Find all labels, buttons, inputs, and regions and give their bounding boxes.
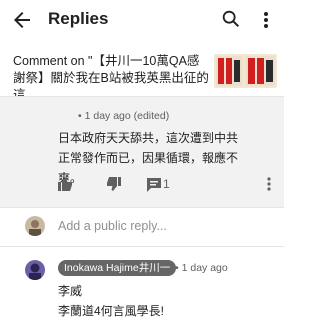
like-icon[interactable] bbox=[57, 176, 73, 192]
more-vert-icon[interactable] bbox=[256, 8, 276, 32]
reply-input[interactable]: Add a public reply... bbox=[58, 219, 167, 233]
reply-time: • 1 day ago bbox=[175, 262, 228, 274]
video-thumbnail[interactable] bbox=[214, 54, 277, 88]
dislike-icon[interactable] bbox=[106, 176, 122, 192]
reply-line-1: 李威 bbox=[58, 284, 83, 298]
author-badge[interactable]: Inokawa Hajime井川一 bbox=[58, 260, 177, 276]
search-icon[interactable] bbox=[220, 8, 242, 30]
divider bbox=[0, 246, 284, 247]
comment-context[interactable]: Comment on "【井川一10萬QA感謝祭】關於我在B站被我英黑出征的這.… bbox=[0, 40, 284, 102]
more-vert-icon[interactable] bbox=[264, 176, 274, 192]
reply-line-2: 李蘭道4何言風學長! bbox=[58, 304, 165, 318]
page-title: Replies bbox=[48, 9, 109, 28]
reply-icon[interactable] bbox=[146, 177, 162, 193]
user-avatar bbox=[25, 216, 45, 236]
reply-count: 1 bbox=[163, 177, 170, 191]
parent-reply: • 1 day ago (edited) 日本政府天天舔共，這次遭到中共正常發作… bbox=[0, 97, 284, 207]
app-bar: Replies bbox=[0, 0, 284, 40]
author-avatar[interactable] bbox=[25, 260, 45, 280]
reply-meta: • 1 day ago (edited) bbox=[78, 110, 170, 122]
arrow-left-icon[interactable] bbox=[10, 8, 34, 32]
creator-reply: Inokawa Hajime井川一 • 1 day ago 李威 李蘭道4何言風… bbox=[0, 250, 284, 320]
compose-row[interactable]: Add a public reply... bbox=[0, 208, 284, 246]
